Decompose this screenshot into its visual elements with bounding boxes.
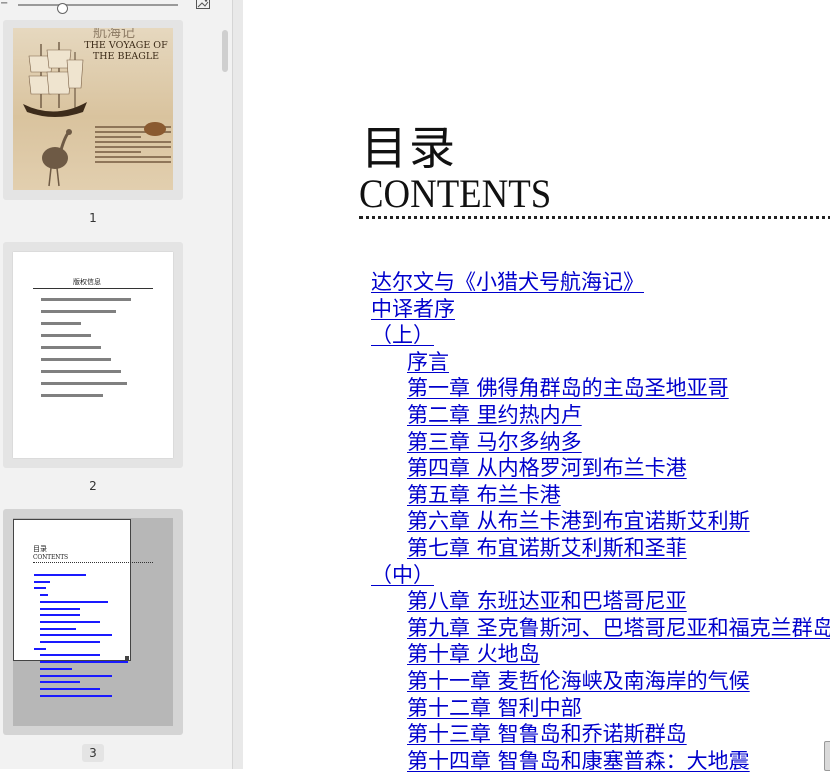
- toc-link[interactable]: 达尔文与《小猎犬号航海记》: [371, 266, 644, 296]
- toc-thumb-link: [40, 594, 48, 597]
- page-subtitle: CONTENTS: [359, 171, 552, 216]
- title-divider: [359, 216, 830, 219]
- toc-thumb-link: [40, 694, 112, 697]
- toc-thumb-link: [40, 667, 72, 670]
- thumbnail-page-number: 2: [89, 479, 97, 493]
- toc-thumb-link: [40, 600, 108, 603]
- toc-thumb-link: [40, 681, 80, 684]
- thumbnail-page-number: 1: [89, 211, 97, 225]
- toc-link[interactable]: 第十二章 智利中部: [407, 692, 582, 722]
- sidebar-scrollbar[interactable]: [222, 30, 228, 72]
- cover-image: 航海记 THE VOYAGE OF THE BEAGLE: [13, 28, 173, 190]
- toc-thumb-link: [40, 641, 100, 643]
- copyright-page: 版权信息: [13, 252, 173, 458]
- toc-page-thumbnail: 目录 CONTENTS: [13, 518, 173, 726]
- toc-link[interactable]: 第四章 从内格罗河到布兰卡港: [407, 452, 687, 482]
- thumbnail-page-1[interactable]: 航海记 THE VOYAGE OF THE BEAGLE: [3, 20, 183, 200]
- toc-thumb-link: [40, 687, 100, 690]
- toc-thumb-heading-en: CONTENTS: [33, 554, 68, 561]
- toc-link[interactable]: 第十章 火地岛: [407, 638, 540, 668]
- toc-link[interactable]: 第六章 从布兰卡港到布宜诺斯艾利斯: [407, 505, 750, 535]
- toc-link[interactable]: 第十一章 麦哲伦海峡及南海岸的气候: [407, 665, 750, 695]
- toc-link[interactable]: （上）: [371, 319, 434, 349]
- thumbnail-zoom-slider[interactable]: [18, 3, 178, 14]
- toc-thumb-link: [40, 614, 80, 617]
- toc-link[interactable]: 序言: [407, 346, 449, 376]
- toc-thumb-link: [40, 654, 100, 657]
- toc-link[interactable]: 第七章 布宜诺斯艾利斯和圣菲: [407, 532, 687, 562]
- toc-link[interactable]: 第十四章 智鲁岛和康塞普森：大地震: [407, 745, 750, 775]
- page-scrollbar-thumb[interactable]: [824, 741, 830, 771]
- toc-link[interactable]: 第五章 布兰卡港: [407, 479, 561, 509]
- toc-link[interactable]: 第二章 里约热内卢: [407, 399, 582, 429]
- toc-thumb-link: [40, 674, 112, 677]
- toc-thumb-link: [40, 627, 76, 630]
- toc-link[interactable]: 第三章 马尔多纳多: [407, 426, 582, 456]
- toc-link[interactable]: （中）: [371, 559, 434, 589]
- toc-link[interactable]: 中译者序: [371, 293, 455, 323]
- toc-thumb-link: [34, 580, 50, 583]
- thumbnail-page-number: 3: [89, 746, 97, 760]
- toc-thumb-link: [40, 661, 128, 664]
- ship-illustration: [23, 42, 87, 117]
- copyright-heading: 版权信息: [73, 278, 101, 286]
- toc-thumb-link: [40, 607, 80, 610]
- toc-thumb-heading: 目录: [33, 545, 47, 553]
- beaver-illustration: [144, 122, 166, 136]
- image-icon[interactable]: [196, 0, 210, 9]
- zoom-slider-handle[interactable]: [57, 3, 68, 14]
- viewport-indicator[interactable]: [13, 519, 131, 661]
- cover-en-title: THE VOYAGE OF THE BEAGLE: [84, 40, 168, 62]
- thumbnail-toolbar: −: [0, 0, 232, 14]
- toc-link[interactable]: 第十三章 智鲁岛和乔诺斯群岛: [407, 718, 687, 748]
- document-page: 目录 CONTENTS 达尔文与《小猎犬号航海记》 中译者序 （上） 序言 第一章 佛得…: [243, 0, 830, 773]
- toc-thumb-link: [34, 587, 46, 590]
- toc-thumb-link: [34, 574, 86, 576]
- zoom-out-icon[interactable]: −: [0, 0, 8, 9]
- toc-thumb-link: [40, 620, 100, 623]
- toc-link[interactable]: 第九章 圣克鲁斯河、巴塔哥尼亚和福克兰群岛: [407, 612, 830, 642]
- toc-link[interactable]: 第一章 佛得角群岛的主岛圣地亚哥: [407, 372, 729, 402]
- page-title: 目录: [361, 121, 457, 175]
- toc-thumb-link: [34, 647, 46, 650]
- toc-link[interactable]: 第八章 东班达亚和巴塔哥尼亚: [407, 585, 687, 615]
- thumbnail-sidebar: − 航海记 THE VOYAGE OF THE BEAGLE 1 版权信息 2 …: [0, 0, 233, 769]
- toc-thumb-link: [40, 634, 112, 637]
- bird-illustration: [42, 129, 72, 187]
